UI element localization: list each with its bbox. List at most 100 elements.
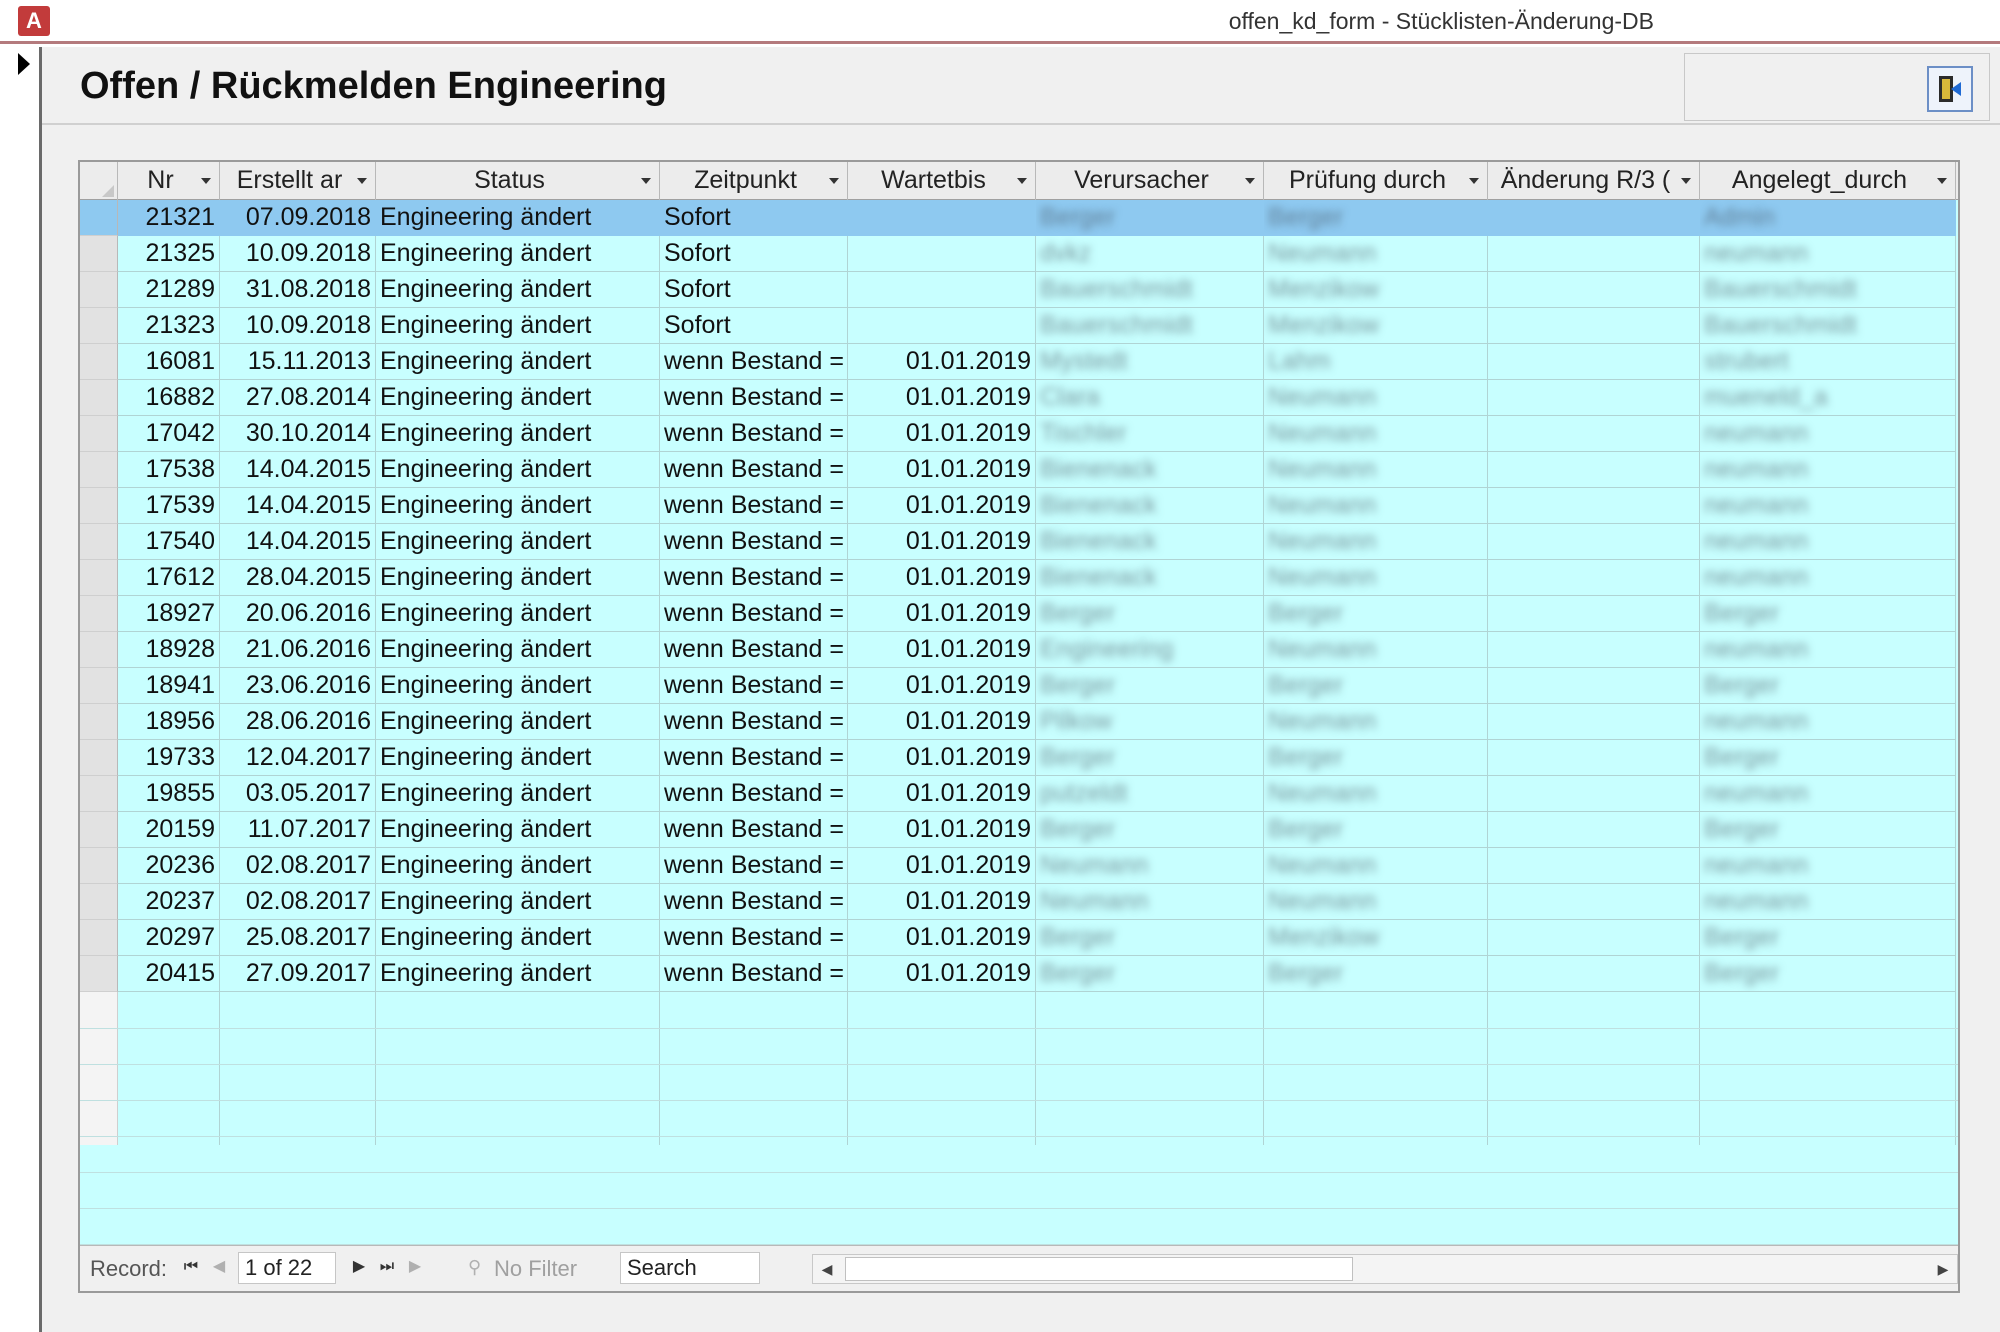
- col-status-cell[interactable]: Engineering ändert: [376, 308, 660, 344]
- next-record-icon[interactable]: ▶: [348, 1256, 370, 1278]
- col-nr-cell[interactable]: 19855: [118, 776, 220, 812]
- col-angelegt-cell[interactable]: neumann: [1700, 236, 1956, 272]
- col-erstellt-cell[interactable]: 28.04.2015: [220, 560, 376, 596]
- col-status-cell[interactable]: Engineering ändert: [376, 488, 660, 524]
- col-erstellt-cell[interactable]: 02.08.2017: [220, 848, 376, 884]
- col-nr-cell[interactable]: 16882: [118, 380, 220, 416]
- header-col-nr[interactable]: Nr: [118, 162, 220, 200]
- col-zeitpunkt-cell[interactable]: wenn Bestand =: [660, 632, 848, 668]
- col-wartetbis-cell[interactable]: 01.01.2019: [848, 488, 1036, 524]
- table-row[interactable]: 17042 30.10.2014 Engineering ändert wenn Be…: [80, 416, 1958, 452]
- col-aenderung-cell[interactable]: [1488, 632, 1700, 668]
- table-row[interactable]: 18928 21.06.2016 Engineering ändert wenn Be…: [80, 632, 1958, 668]
- col-wartetbis-cell[interactable]: [848, 200, 1036, 236]
- col-erstellt-cell[interactable]: 14.04.2015: [220, 488, 376, 524]
- col-verursacher-cell[interactable]: Bauerschmidt: [1036, 272, 1264, 308]
- sort-dropdown-icon[interactable]: [1681, 178, 1691, 184]
- col-status-cell[interactable]: Engineering ändert: [376, 704, 660, 740]
- col-pruefung-cell[interactable]: Lahm: [1264, 344, 1488, 380]
- col-zeitpunkt-cell[interactable]: wenn Bestand =: [660, 740, 848, 776]
- col-erstellt-cell[interactable]: 27.08.2014: [220, 380, 376, 416]
- col-erstellt-cell[interactable]: 02.08.2017: [220, 884, 376, 920]
- table-row[interactable]: 20237 02.08.2017 Engineering ändert wenn Be…: [80, 884, 1958, 920]
- col-angelegt-cell[interactable]: Bauerschmidt: [1700, 272, 1956, 308]
- col-angelegt-cell[interactable]: Berger: [1700, 668, 1956, 704]
- col-erstellt-cell[interactable]: 11.07.2017: [220, 812, 376, 848]
- col-erstellt-cell[interactable]: 25.08.2017: [220, 920, 376, 956]
- col-erstellt-cell[interactable]: 28.06.2016: [220, 704, 376, 740]
- table-row[interactable]: 21321 07.09.2018 Engineering ändert Sofort B…: [80, 200, 1958, 236]
- current-record-field[interactable]: 1 of 22: [238, 1252, 336, 1284]
- expand-nav-pane-icon[interactable]: [18, 53, 30, 75]
- col-angelegt-cell[interactable]: neumann: [1700, 884, 1956, 920]
- col-nr-cell[interactable]: 17612: [118, 560, 220, 596]
- col-nr-cell[interactable]: 18956: [118, 704, 220, 740]
- sort-dropdown-icon[interactable]: [829, 178, 839, 184]
- col-erstellt-cell[interactable]: 23.06.2016: [220, 668, 376, 704]
- col-angelegt-cell[interactable]: neumann: [1700, 776, 1956, 812]
- table-row[interactable]: 17540 14.04.2015 Engineering ändert wenn Be…: [80, 524, 1958, 560]
- record-selector[interactable]: [80, 920, 118, 956]
- col-pruefung-cell[interactable]: Neumann: [1264, 560, 1488, 596]
- record-selector[interactable]: [80, 812, 118, 848]
- col-status-cell[interactable]: Engineering ändert: [376, 776, 660, 812]
- col-status-cell[interactable]: Engineering ändert: [376, 632, 660, 668]
- col-wartetbis-cell[interactable]: 01.01.2019: [848, 524, 1036, 560]
- col-nr-cell[interactable]: 17042: [118, 416, 220, 452]
- col-aenderung-cell[interactable]: [1488, 884, 1700, 920]
- sort-dropdown-icon[interactable]: [1245, 178, 1255, 184]
- col-nr-cell[interactable]: 20415: [118, 956, 220, 992]
- record-selector[interactable]: [80, 416, 118, 452]
- col-aenderung-cell[interactable]: [1488, 416, 1700, 452]
- col-nr-cell[interactable]: 21289: [118, 272, 220, 308]
- col-pruefung-cell[interactable]: Berger: [1264, 200, 1488, 236]
- record-selector[interactable]: [80, 848, 118, 884]
- col-status-cell[interactable]: Engineering ändert: [376, 920, 660, 956]
- col-verursacher-cell[interactable]: Bienenack: [1036, 560, 1264, 596]
- col-verursacher-cell[interactable]: Bauerschmidt: [1036, 308, 1264, 344]
- record-selector[interactable]: [80, 524, 118, 560]
- col-zeitpunkt-cell[interactable]: wenn Bestand =: [660, 524, 848, 560]
- col-aenderung-cell[interactable]: [1488, 272, 1700, 308]
- col-wartetbis-cell[interactable]: 01.01.2019: [848, 416, 1036, 452]
- col-aenderung-cell[interactable]: [1488, 848, 1700, 884]
- record-selector[interactable]: [80, 596, 118, 632]
- col-erstellt-cell[interactable]: 30.10.2014: [220, 416, 376, 452]
- col-aenderung-cell[interactable]: [1488, 236, 1700, 272]
- col-zeitpunkt-cell[interactable]: wenn Bestand =: [660, 848, 848, 884]
- col-zeitpunkt-cell[interactable]: wenn Bestand =: [660, 884, 848, 920]
- col-zeitpunkt-cell[interactable]: wenn Bestand =: [660, 452, 848, 488]
- col-pruefung-cell[interactable]: Neumann: [1264, 452, 1488, 488]
- col-verursacher-cell[interactable]: Berger: [1036, 956, 1264, 992]
- table-row[interactable]: 21323 10.09.2018 Engineering ändert Sofort B…: [80, 308, 1958, 344]
- col-status-cell[interactable]: Engineering ändert: [376, 596, 660, 632]
- col-verursacher-cell[interactable]: Berger: [1036, 740, 1264, 776]
- col-wartetbis-cell[interactable]: 01.01.2019: [848, 380, 1036, 416]
- col-aenderung-cell[interactable]: [1488, 812, 1700, 848]
- col-verursacher-cell[interactable]: Tischler: [1036, 416, 1264, 452]
- col-zeitpunkt-cell[interactable]: wenn Bestand =: [660, 560, 848, 596]
- col-zeitpunkt-cell[interactable]: wenn Bestand =: [660, 380, 848, 416]
- col-pruefung-cell[interactable]: Neumann: [1264, 704, 1488, 740]
- col-aenderung-cell[interactable]: [1488, 560, 1700, 596]
- col-pruefung-cell[interactable]: Neumann: [1264, 848, 1488, 884]
- col-zeitpunkt-cell[interactable]: wenn Bestand =: [660, 920, 848, 956]
- col-zeitpunkt-cell[interactable]: wenn Bestand =: [660, 776, 848, 812]
- col-status-cell[interactable]: Engineering ändert: [376, 524, 660, 560]
- col-wartetbis-cell[interactable]: 01.01.2019: [848, 560, 1036, 596]
- col-aenderung-cell[interactable]: [1488, 740, 1700, 776]
- col-angelegt-cell[interactable]: neumann: [1700, 704, 1956, 740]
- col-pruefung-cell[interactable]: Menzikow: [1264, 272, 1488, 308]
- col-zeitpunkt-cell[interactable]: wenn Bestand =: [660, 344, 848, 380]
- col-wartetbis-cell[interactable]: [848, 236, 1036, 272]
- last-record-icon[interactable]: ⏭: [376, 1256, 398, 1278]
- col-angelegt-cell[interactable]: Bauerschmidt: [1700, 308, 1956, 344]
- col-nr-cell[interactable]: 18928: [118, 632, 220, 668]
- col-angelegt-cell[interactable]: Berger: [1700, 596, 1956, 632]
- col-pruefung-cell[interactable]: Neumann: [1264, 488, 1488, 524]
- col-erstellt-cell[interactable]: 31.08.2018: [220, 272, 376, 308]
- col-wartetbis-cell[interactable]: 01.01.2019: [848, 776, 1036, 812]
- col-verursacher-cell[interactable]: Berger: [1036, 668, 1264, 704]
- table-row[interactable]: 19855 03.05.2017 Engineering ändert wenn Be…: [80, 776, 1958, 812]
- col-angelegt-cell[interactable]: Berger: [1700, 740, 1956, 776]
